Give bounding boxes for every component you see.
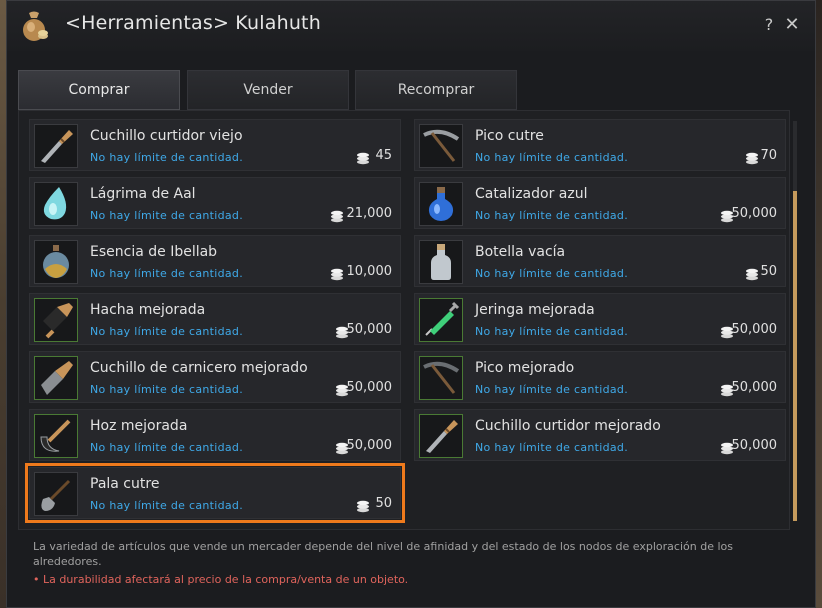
item-price: 50,000 — [346, 322, 393, 337]
item-limit: No hay límite de cantidad. — [475, 325, 629, 338]
item-limit: No hay límite de cantidad. — [475, 151, 629, 164]
empty-bottle-icon — [419, 240, 463, 284]
syringe-icon — [419, 298, 463, 342]
item-limit: No hay límite de cantidad. — [90, 441, 244, 454]
silver-coin-icon — [356, 150, 370, 165]
butcher-knife-icon — [34, 356, 78, 400]
shop-item[interactable]: Hacha mejorada No hay límite de cantidad… — [29, 293, 401, 345]
item-limit: No hay límite de cantidad. — [90, 151, 244, 164]
shop-item[interactable]: Hoz mejorada No hay límite de cantidad. … — [29, 409, 401, 461]
shop-item[interactable]: Pico mejorado No hay límite de cantidad.… — [414, 351, 786, 403]
footer-note: La variedad de artículos que vende un me… — [33, 540, 733, 568]
item-name: Pala cutre — [90, 476, 160, 492]
item-limit: No hay límite de cantidad. — [475, 209, 629, 222]
footer-warning: • La durabilidad afectará al precio de l… — [33, 573, 409, 586]
pickaxe-icon — [419, 124, 463, 168]
item-price: 50,000 — [731, 322, 778, 337]
sickle-icon — [34, 414, 78, 458]
silver-coin-icon — [356, 498, 370, 513]
silver-coin-icon — [330, 266, 344, 281]
item-price: 10,000 — [346, 264, 393, 279]
water-drop-icon — [34, 182, 78, 226]
pickaxe-icon — [419, 356, 463, 400]
shop-item[interactable]: Catalizador azul No hay límite de cantid… — [414, 177, 786, 229]
item-limit: No hay límite de cantidad. — [90, 209, 244, 222]
close-button[interactable]: ✕ — [783, 14, 801, 35]
item-limit: No hay límite de cantidad. — [90, 325, 244, 338]
shop-item[interactable]: Cuchillo curtidor mejorado No hay límite… — [414, 409, 786, 461]
item-price: 21,000 — [346, 206, 393, 221]
title-bar[interactable]: <Herramientas> Kulahuth ? ✕ — [7, 1, 815, 51]
item-limit: No hay límite de cantidad. — [475, 267, 629, 280]
tanning-knife-icon — [419, 414, 463, 458]
tanning-knife-icon — [34, 124, 78, 168]
item-limit: No hay límite de cantidad. — [90, 499, 244, 512]
item-limit: No hay límite de cantidad. — [475, 383, 629, 396]
silver-coin-icon — [330, 208, 344, 223]
item-price: 50 — [375, 496, 392, 511]
silver-coin-icon — [745, 266, 759, 281]
item-name: Hoz mejorada — [90, 418, 188, 434]
item-price: 70 — [760, 148, 777, 163]
shop-item[interactable]: Cuchillo curtidor viejo No hay límite de… — [29, 119, 401, 171]
tab-vender[interactable]: Vender — [187, 70, 349, 110]
item-limit: No hay límite de cantidad. — [90, 267, 244, 280]
item-name: Pico mejorado — [475, 360, 575, 376]
item-name: Catalizador azul — [475, 186, 588, 202]
axe-icon — [34, 298, 78, 342]
shop-window: <Herramientas> Kulahuth ? ✕ Comprar Vend… — [6, 0, 816, 608]
window-title: <Herramientas> Kulahuth — [65, 12, 321, 34]
item-name: Lágrima de Aal — [90, 186, 196, 202]
item-name: Hacha mejorada — [90, 302, 206, 318]
tab-recomprar[interactable]: Recomprar — [355, 70, 517, 110]
shop-item[interactable]: Botella vacía No hay límite de cantidad.… — [414, 235, 786, 287]
scrollbar-thumb[interactable] — [793, 191, 797, 521]
essence-bottle-icon — [34, 240, 78, 284]
item-price: 50,000 — [731, 206, 778, 221]
silver-coin-icon — [745, 150, 759, 165]
item-limit: No hay límite de cantidad. — [90, 383, 244, 396]
shop-item[interactable]: Lágrima de Aal No hay límite de cantidad… — [29, 177, 401, 229]
tab-comprar[interactable]: Comprar — [18, 70, 180, 110]
blue-flask-icon — [419, 182, 463, 226]
item-price: 45 — [375, 148, 392, 163]
item-price: 50,000 — [346, 438, 393, 453]
item-name: Esencia de Ibellab — [90, 244, 218, 260]
money-bag-icon — [17, 9, 51, 43]
shop-item[interactable]: Pico cutre No hay límite de cantidad. 70 — [414, 119, 786, 171]
shop-item[interactable]: Cuchillo de carnicero mejorado No hay lí… — [29, 351, 401, 403]
item-limit: No hay límite de cantidad. — [475, 441, 629, 454]
item-name: Cuchillo de carnicero mejorado — [90, 360, 308, 376]
item-name: Pico cutre — [475, 128, 544, 144]
item-name: Cuchillo curtidor viejo — [90, 128, 243, 144]
shop-item[interactable]: Esencia de Ibellab No hay límite de cant… — [29, 235, 401, 287]
item-name: Jeringa mejorada — [475, 302, 595, 318]
shop-item[interactable]: Jeringa mejorada No hay límite de cantid… — [414, 293, 786, 345]
item-name: Cuchillo curtidor mejorado — [475, 418, 661, 434]
item-price: 50,000 — [731, 380, 778, 395]
item-price: 50,000 — [731, 438, 778, 453]
item-price: 50,000 — [346, 380, 393, 395]
help-button[interactable]: ? — [761, 15, 777, 35]
item-price: 50 — [760, 264, 777, 279]
shovel-icon — [34, 472, 78, 516]
shop-item-selected[interactable]: Pala cutre No hay límite de cantidad. 50 — [25, 463, 405, 523]
item-name: Botella vacía — [475, 244, 566, 260]
